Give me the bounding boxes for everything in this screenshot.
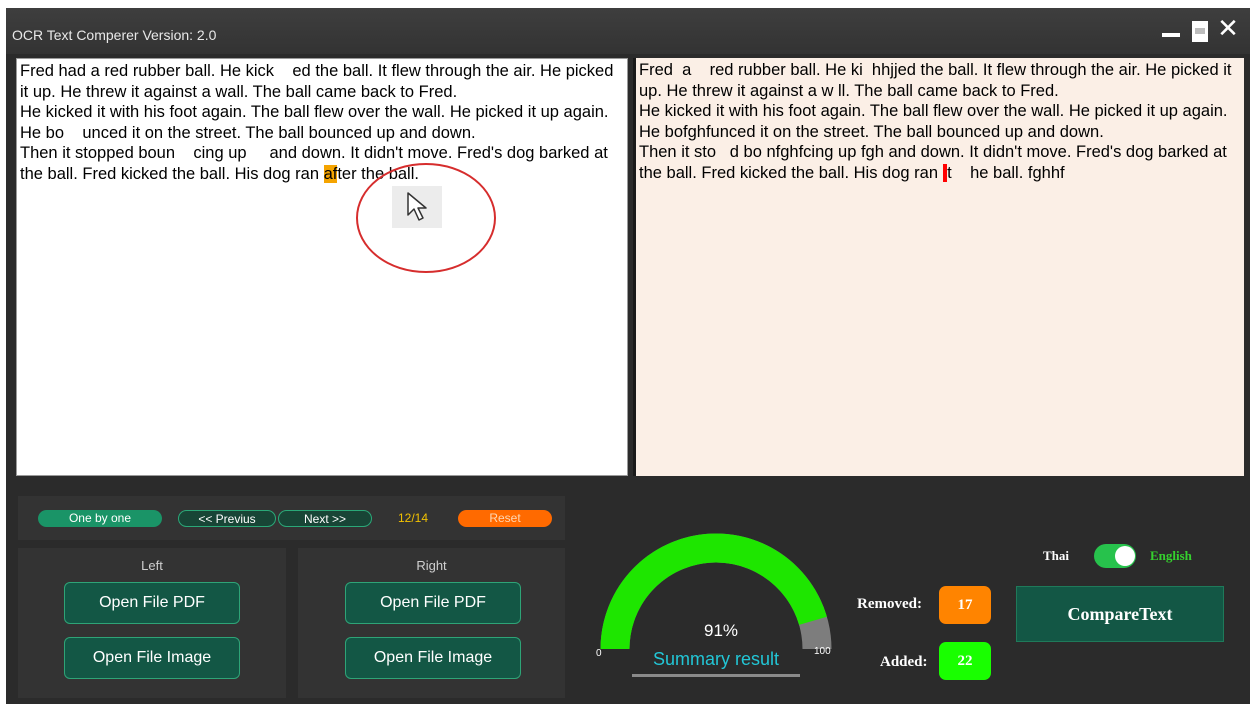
right-text-part2: t he ball. fghhf (947, 163, 1065, 182)
left-diff-highlight: af (323, 164, 338, 183)
gauge-min-label: 0 (596, 648, 602, 659)
previous-button[interactable]: << Previus (178, 510, 276, 527)
left-text-part1: Fred had a red rubber ball. He kick ed t… (20, 62, 614, 183)
thai-language-label: Thai (1043, 548, 1070, 563)
left-panel-label: Left (141, 558, 163, 573)
right-text-pane[interactable]: Fred a red rubber ball. He ki hhjjed the… (633, 58, 1244, 476)
left-open-image-button[interactable]: Open File Image (64, 637, 240, 679)
compare-text-button[interactable]: CompareText (1016, 586, 1224, 642)
language-toggle[interactable] (1094, 544, 1136, 568)
removed-count-badge: 17 (939, 586, 991, 624)
maximize-icon[interactable] (1187, 16, 1213, 42)
right-open-pdf-button[interactable]: Open File PDF (345, 582, 521, 624)
left-text-pane[interactable]: Fred had a red rubber ball. He kick ed t… (16, 58, 628, 476)
added-label: Added: (880, 654, 928, 670)
gauge-max-label: 100 (814, 646, 831, 657)
left-open-pdf-button[interactable]: Open File PDF (64, 582, 240, 624)
cursor-annotation-circle (356, 163, 496, 273)
removed-label: Removed: (857, 596, 922, 612)
close-icon[interactable]: ✕ (1215, 16, 1241, 42)
app-window: OCR Text Comperer Version: 2.0 ✕ Fred ha… (6, 8, 1250, 704)
right-open-image-button[interactable]: Open File Image (345, 637, 521, 679)
toggle-knob (1115, 546, 1135, 566)
navigation-bar: One by one << Previus Next >> 12/14 Rese… (18, 496, 565, 540)
reset-button[interactable]: Reset (458, 510, 552, 527)
next-button[interactable]: Next >> (278, 510, 372, 527)
title-bar[interactable]: OCR Text Comperer Version: 2.0 ✕ (6, 8, 1250, 54)
diff-counter: 12/14 (398, 511, 429, 525)
left-file-panel: Left Open File PDF Open File Image (18, 548, 286, 698)
gauge-percent: 91% (703, 621, 739, 640)
english-language-label: English (1150, 548, 1192, 563)
summary-result-label[interactable]: Summary result (632, 649, 800, 677)
one-by-one-button[interactable]: One by one (38, 510, 162, 527)
minimize-icon[interactable] (1158, 16, 1184, 42)
added-count-badge: 22 (939, 642, 991, 680)
right-panel-label: Right (416, 558, 447, 573)
right-file-panel: Right Open File PDF Open File Image (298, 548, 565, 698)
app-title: OCR Text Comperer Version: 2.0 (12, 27, 217, 43)
right-text-part1: Fred a red rubber ball. He ki hhjjed the… (639, 61, 1232, 182)
